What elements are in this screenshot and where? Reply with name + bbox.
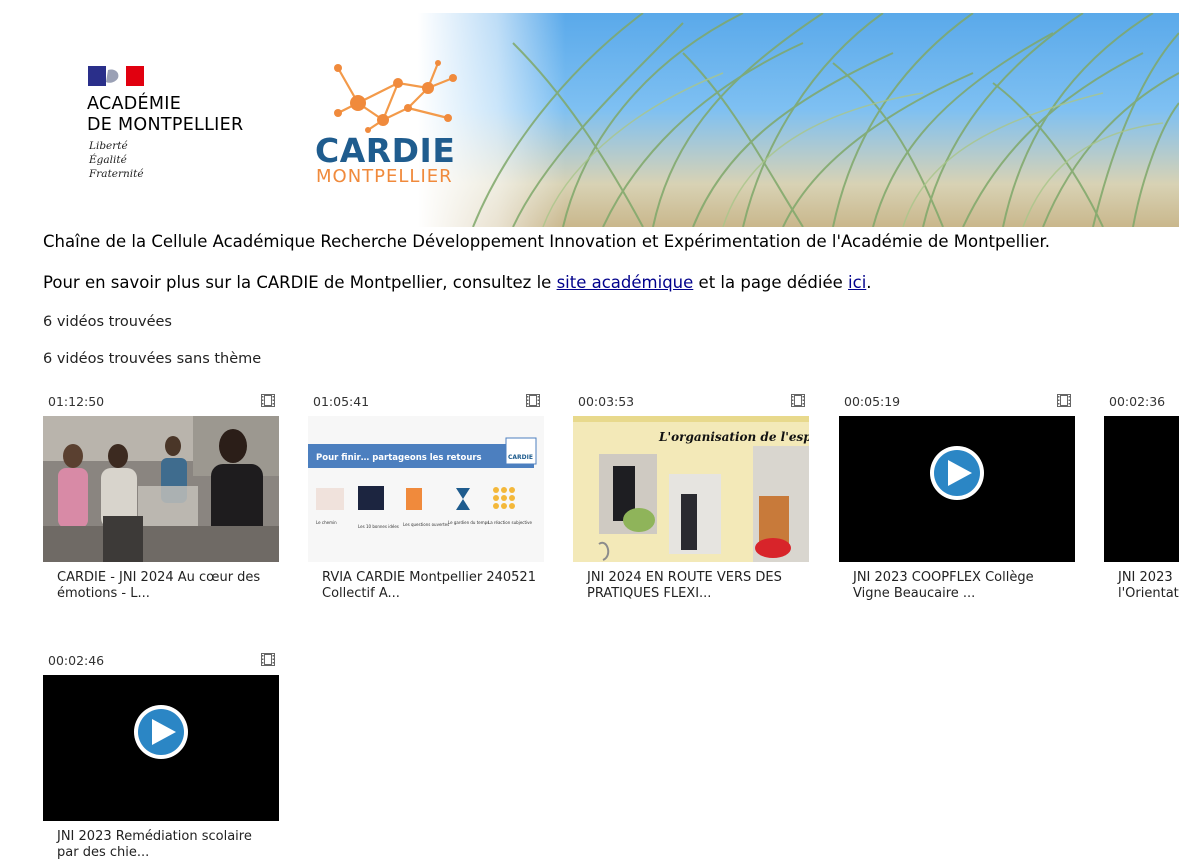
video-card[interactable]: 00:03:53 L'organisation de l'espa JNI 20… xyxy=(573,388,809,601)
cardie-logo-title: CARDIE xyxy=(315,131,456,170)
video-card[interactable]: 00:02:46 JNI 2023 Remédiation scolaire p… xyxy=(43,647,279,860)
cardie-network-icon xyxy=(334,60,457,133)
film-icon xyxy=(1057,394,1071,407)
video-duration: 00:05:19 xyxy=(844,394,901,409)
video-thumbnail[interactable]: Pour finir… partageons les retours CARDI… xyxy=(308,416,544,562)
video-count-no-theme: 6 vidéos trouvées sans thème xyxy=(43,351,262,367)
video-meta: 00:05:19 xyxy=(839,388,1075,410)
video-title[interactable]: JNI 2023 l'Orientat xyxy=(1118,570,1179,602)
video-card[interactable]: 01:12:50 CARDIE - JNI 2024 Au cœur des é… xyxy=(43,388,279,601)
dedicated-page-link[interactable]: ici xyxy=(848,273,866,292)
motto: Liberté Égalité Fraternité xyxy=(89,139,144,181)
slide-label-3: Les questions ouvertes xyxy=(403,522,449,527)
institution-line-1: ACADÉMIE xyxy=(87,94,182,114)
film-icon xyxy=(791,394,805,407)
header-banner: ACADÉMIE DE MONTPELLIER Liberté Égalité … xyxy=(43,13,1179,227)
slide-label-1: Le chemin xyxy=(316,520,337,525)
video-title[interactable]: JNI 2023 Remédiation scolaire par des ch… xyxy=(57,829,271,861)
video-title[interactable]: CARDIE - JNI 2024 Au cœur des émotions -… xyxy=(57,570,271,602)
video-title[interactable]: RVIA CARDIE Montpellier 240521 Collectif… xyxy=(322,570,536,602)
video-meta: 00:02:46 xyxy=(43,647,279,669)
channel-description: Chaîne de la Cellule Académique Recherch… xyxy=(43,232,1051,251)
film-icon xyxy=(261,394,275,407)
poster-heading: L'organisation de l'espa xyxy=(658,430,809,444)
video-thumbnail[interactable]: L'organisation de l'espa xyxy=(573,416,809,562)
cardie-logo-subtitle: MONTPELLIER xyxy=(316,166,453,187)
motto-fraternite: Fraternité xyxy=(89,168,144,180)
film-icon xyxy=(261,653,275,666)
academic-site-link[interactable]: site académique xyxy=(557,273,694,292)
info-suffix: . xyxy=(866,273,872,292)
info-middle: et la page dédiée xyxy=(693,273,849,292)
video-meta: 00:03:53 xyxy=(573,388,809,410)
motto-egalite: Égalité xyxy=(89,154,127,166)
institution-name: ACADÉMIE DE MONTPELLIER xyxy=(87,94,243,136)
video-meta: 01:12:50 xyxy=(43,388,279,410)
play-icon[interactable] xyxy=(43,675,279,821)
video-thumbnail[interactable] xyxy=(43,416,279,562)
info-prefix: Pour en savoir plus sur la CARDIE de Mon… xyxy=(43,273,557,292)
film-icon xyxy=(526,394,540,407)
slide-label-4: Le gardien du temps xyxy=(448,520,489,525)
institution-line-2: DE MONTPELLIER xyxy=(87,115,244,135)
video-thumbnail[interactable] xyxy=(1104,416,1179,562)
video-card[interactable]: 01:05:41 Pour finir… partageons les reto… xyxy=(308,388,544,601)
video-card[interactable]: 00:05:19 JNI 2023 COOPFLEX Collège Vigne… xyxy=(839,388,1075,601)
video-count: 6 vidéos trouvées xyxy=(43,314,172,330)
video-meta: 01:05:41 xyxy=(308,388,544,410)
video-duration: 00:02:36 xyxy=(1109,394,1166,409)
video-title[interactable]: JNI 2023 COOPFLEX Collège Vigne Beaucair… xyxy=(853,570,1067,602)
video-duration: 01:12:50 xyxy=(48,394,105,409)
info-line: Pour en savoir plus sur la CARDIE de Mon… xyxy=(43,273,872,292)
slide-preview: Pour finir… partageons les retours CARDI… xyxy=(308,416,544,562)
video-thumbnail[interactable] xyxy=(839,416,1075,562)
video-thumbnail[interactable] xyxy=(43,675,279,821)
video-duration: 00:03:53 xyxy=(578,394,635,409)
video-duration: 01:05:41 xyxy=(313,394,370,409)
video-card[interactable]: 00:02:36 JNI 2023 l'Orientat xyxy=(1104,388,1179,608)
motto-liberte: Liberté xyxy=(89,140,128,152)
play-icon[interactable] xyxy=(839,416,1075,562)
poster-preview: L'organisation de l'espa xyxy=(573,416,809,562)
video-meta: 00:02:36 xyxy=(1104,388,1179,410)
audience-photo xyxy=(43,416,279,562)
video-title[interactable]: JNI 2024 EN ROUTE VERS DES PRATIQUES FLE… xyxy=(587,570,801,602)
slide-label-2: Les 10 bonnes idées xyxy=(358,524,399,529)
republic-flag-logo xyxy=(88,66,144,86)
slide-heading: Pour finir… partageons les retours xyxy=(316,453,482,463)
video-duration: 00:02:46 xyxy=(48,653,105,668)
svg-text:CARDIE: CARDIE xyxy=(508,454,533,461)
slide-label-5: La réaction subjective xyxy=(488,520,533,525)
